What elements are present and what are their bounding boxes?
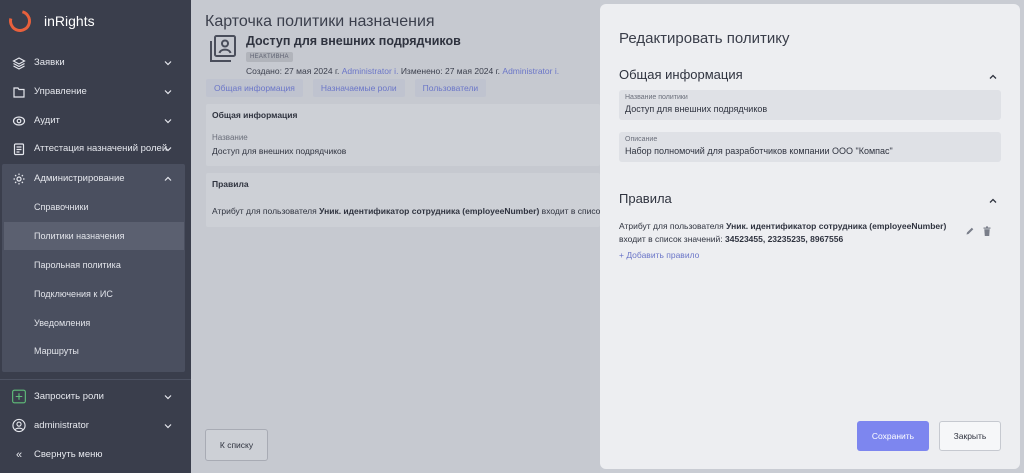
card-title: Правила: [212, 179, 249, 189]
sidebar-item-label: Администрирование: [34, 173, 125, 184]
pencil-icon[interactable]: [965, 226, 975, 236]
chevron-down-icon: [164, 423, 172, 428]
sidebar-collapse[interactable]: « Свернуть меню: [0, 440, 191, 469]
sidebar-subitem-notifications[interactable]: Уведомления: [4, 309, 184, 337]
section-general-header[interactable]: Общая информация: [619, 67, 743, 82]
save-button[interactable]: Сохранить: [857, 421, 929, 451]
sidebar: inRights Заявки Управление Аудит Аттеста…: [0, 0, 191, 473]
rule-item: Атрибут для пользователя Уник. идентифик…: [619, 220, 959, 246]
sidebar-subitem-label: Маршруты: [34, 346, 79, 356]
field-value: Доступ для внешних подрядчиков: [625, 104, 768, 114]
rule-text: Атрибут для пользователя Уник. идентифик…: [212, 206, 604, 216]
changed-by-link[interactable]: Administrator i.: [502, 66, 559, 76]
sidebar-subitem-label: Справочники: [34, 202, 89, 212]
main-content: Карточка политики назначения Доступ для …: [191, 0, 604, 473]
field-value: Доступ для внешних подрядчиков: [212, 146, 347, 156]
rule-attribute: Уник. идентификатор сотрудника (employee…: [319, 206, 540, 216]
rule-suffix: входит в список: [541, 206, 605, 216]
sidebar-item-label: Заявки: [34, 57, 65, 68]
sidebar-subitem-routes[interactable]: Маршруты: [4, 337, 184, 365]
page-title: Карточка политики назначения: [205, 13, 435, 30]
field-label: Описание: [625, 136, 658, 143]
add-rule-link[interactable]: + Добавить правило: [619, 250, 699, 260]
chevron-up-icon[interactable]: [988, 196, 998, 206]
sidebar-item-request-roles[interactable]: Запросить роли: [0, 382, 191, 411]
sidebar-item-label: Аттестация назначений ролей: [34, 143, 168, 154]
rules-card: Правила Атрибут для пользователя Уник. и…: [206, 173, 604, 227]
chevron-down-icon: [164, 60, 172, 65]
sidebar-item-label: Запросить роли: [34, 391, 104, 402]
sidebar-subitem-label: Парольная политика: [34, 260, 121, 270]
chevron-down-icon: [164, 118, 172, 123]
status-badge: НЕАКТИВНА: [246, 52, 293, 62]
created-label: Создано:: [246, 66, 282, 76]
sidebar-divider: [0, 379, 191, 380]
section-rules-header[interactable]: Правила: [619, 191, 672, 206]
sidebar-item-label: Свернуть меню: [34, 449, 103, 460]
tab-users[interactable]: Пользователи: [414, 79, 487, 97]
rule-prefix: Атрибут для пользователя: [619, 221, 724, 231]
card-title: Общая информация: [212, 110, 298, 120]
double-chevron-left-icon: «: [15, 448, 23, 461]
created-by-link[interactable]: Administrator i.: [342, 66, 399, 76]
policy-description-field[interactable]: Описание Набор полномочий для разработчи…: [619, 132, 1001, 162]
sidebar-subitem-label: Политики назначения: [34, 231, 125, 241]
chevron-up-icon[interactable]: [988, 72, 998, 82]
sidebar-item-label: administrator: [34, 420, 89, 431]
policy-document-icon: [210, 35, 236, 62]
field-label: Название политики: [625, 94, 688, 101]
sidebar-item-administration[interactable]: Администрирование: [0, 164, 191, 193]
field-value: Набор полномочий для разработчиков компа…: [625, 146, 893, 156]
sidebar-subitem-password-policy[interactable]: Парольная политика: [4, 251, 184, 279]
folder-icon: [12, 85, 26, 99]
general-info-card: Общая информация Название Доступ для вне…: [206, 104, 600, 166]
plus-icon: [12, 389, 26, 404]
logo-icon: [4, 5, 36, 37]
rule-actions: [965, 226, 992, 237]
chevron-up-icon: [164, 176, 172, 181]
policy-name-field[interactable]: Название политики Доступ для внешних под…: [619, 90, 1001, 120]
clipboard-icon: [12, 142, 26, 156]
user-icon: [12, 418, 26, 433]
tab-general[interactable]: Общая информация: [206, 79, 303, 97]
sidebar-item-label: Аудит: [34, 115, 60, 126]
app-title: inRights: [44, 13, 95, 29]
rule-prefix: Атрибут для пользователя: [212, 206, 317, 216]
edit-policy-drawer: Редактировать политику Общая информация …: [600, 4, 1020, 469]
created-date: 27 мая 2024 г.: [284, 66, 340, 76]
policy-meta: Создано: 27 мая 2024 г. Administrator i.…: [246, 66, 559, 76]
policy-name: Доступ для внешних подрядчиков: [246, 34, 461, 48]
field-label: Название: [212, 133, 248, 142]
sidebar-subitem-directories[interactable]: Справочники: [4, 193, 184, 221]
sidebar-item-management[interactable]: Управление: [0, 77, 191, 106]
sidebar-subitem-connections[interactable]: Подключения к ИС: [4, 280, 184, 308]
changed-label: Изменено:: [400, 66, 443, 76]
changed-date: 27 мая 2024 г.: [444, 66, 501, 76]
sidebar-item-attestation[interactable]: Аттестация назначений ролей: [0, 134, 191, 163]
sidebar-subitem-label: Уведомления: [34, 318, 91, 328]
sidebar-item-requests[interactable]: Заявки: [0, 48, 191, 77]
sidebar-subitem-label: Подключения к ИС: [34, 289, 113, 299]
back-to-list-button[interactable]: К списку: [205, 429, 268, 461]
rule-attribute: Уник. идентификатор сотрудника (employee…: [726, 221, 947, 231]
rule-values: 34523455, 23235235, 8967556: [725, 234, 844, 244]
layers-icon: [12, 56, 26, 70]
close-button[interactable]: Закрыть: [939, 421, 1001, 451]
sidebar-item-user[interactable]: administrator: [0, 411, 191, 440]
tab-roles[interactable]: Назначаемые роли: [312, 79, 405, 97]
chevron-down-icon: [164, 89, 172, 94]
chevron-down-icon: [164, 394, 172, 399]
sidebar-subitem-assignment-policies[interactable]: Политики назначения: [4, 222, 184, 250]
sidebar-item-label: Управление: [34, 86, 87, 97]
eye-icon: [12, 114, 26, 128]
drawer-title: Редактировать политику: [619, 30, 790, 47]
trash-icon[interactable]: [982, 226, 992, 237]
app-logo[interactable]: inRights: [4, 5, 95, 37]
sidebar-item-audit[interactable]: Аудит: [0, 106, 191, 135]
gear-icon: [12, 172, 26, 186]
rule-condition: входит в список значений:: [619, 234, 723, 244]
policy-tabs: Общая информация Назначаемые роли Пользо…: [206, 79, 487, 97]
chevron-down-icon: [164, 146, 172, 151]
